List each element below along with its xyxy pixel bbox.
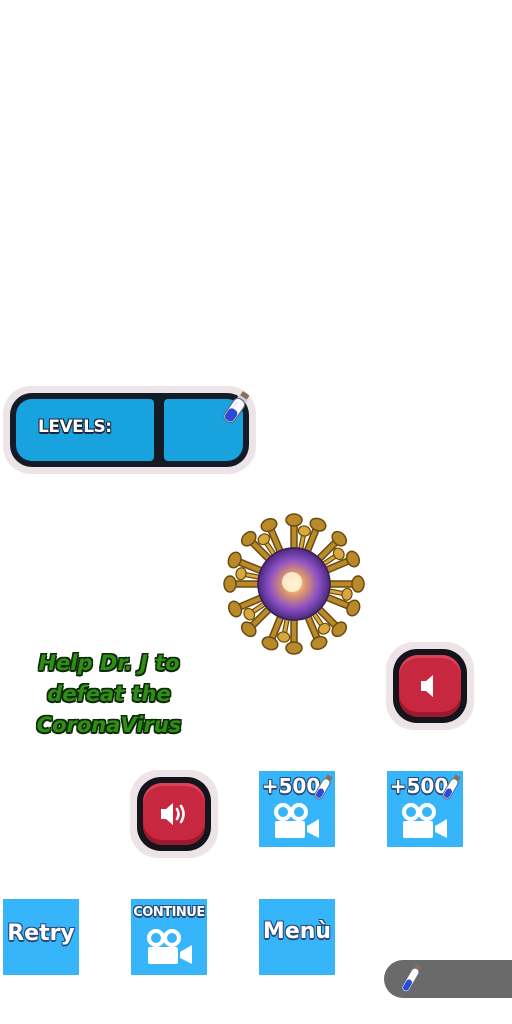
vaccine-vial-icon	[442, 774, 461, 800]
video-camera-icon	[402, 803, 447, 838]
reward-video-button-2[interactable]: +500	[387, 771, 463, 847]
retry-button[interactable]: Retry	[3, 899, 79, 975]
coronavirus-icon	[223, 513, 365, 655]
vaccine-vial-icon	[314, 774, 333, 800]
vaccine-vial-icon	[401, 963, 422, 993]
mute-button-face	[399, 655, 461, 717]
speaker-mute-icon	[421, 675, 433, 697]
continue-button[interactable]: CONTINUE	[131, 899, 207, 975]
reward-video-button-1[interactable]: +500	[259, 771, 335, 847]
levels-label: LEVELS:	[38, 417, 112, 437]
vial-counter-bar	[384, 960, 512, 998]
tagline-line-2: defeat the	[47, 682, 171, 706]
sound-button-face	[143, 783, 205, 845]
speaker-sound-icon	[161, 803, 185, 825]
levels-counter-box: LEVELS:	[16, 399, 154, 461]
mute-button[interactable]	[386, 642, 474, 730]
continue-label: CONTINUE	[133, 905, 205, 920]
menu-button[interactable]: Menù	[259, 899, 335, 975]
tagline-text: Help Dr. J to defeat the CoronaVirus	[14, 648, 204, 741]
sound-button-ring	[137, 777, 211, 851]
tagline-line-3: CoronaVirus	[36, 713, 182, 737]
video-camera-icon	[147, 929, 192, 964]
sound-on-button[interactable]	[130, 770, 218, 858]
tagline-line-1: Help Dr. J to	[38, 651, 180, 675]
retry-label: Retry	[7, 921, 75, 946]
vaccine-vial-icon	[223, 391, 250, 424]
mute-button-ring	[393, 649, 467, 723]
levels-panel: LEVELS:	[3, 386, 256, 474]
menu-label: Menù	[262, 919, 332, 944]
video-camera-icon	[274, 803, 319, 838]
levels-panel-frame: LEVELS:	[10, 393, 249, 467]
